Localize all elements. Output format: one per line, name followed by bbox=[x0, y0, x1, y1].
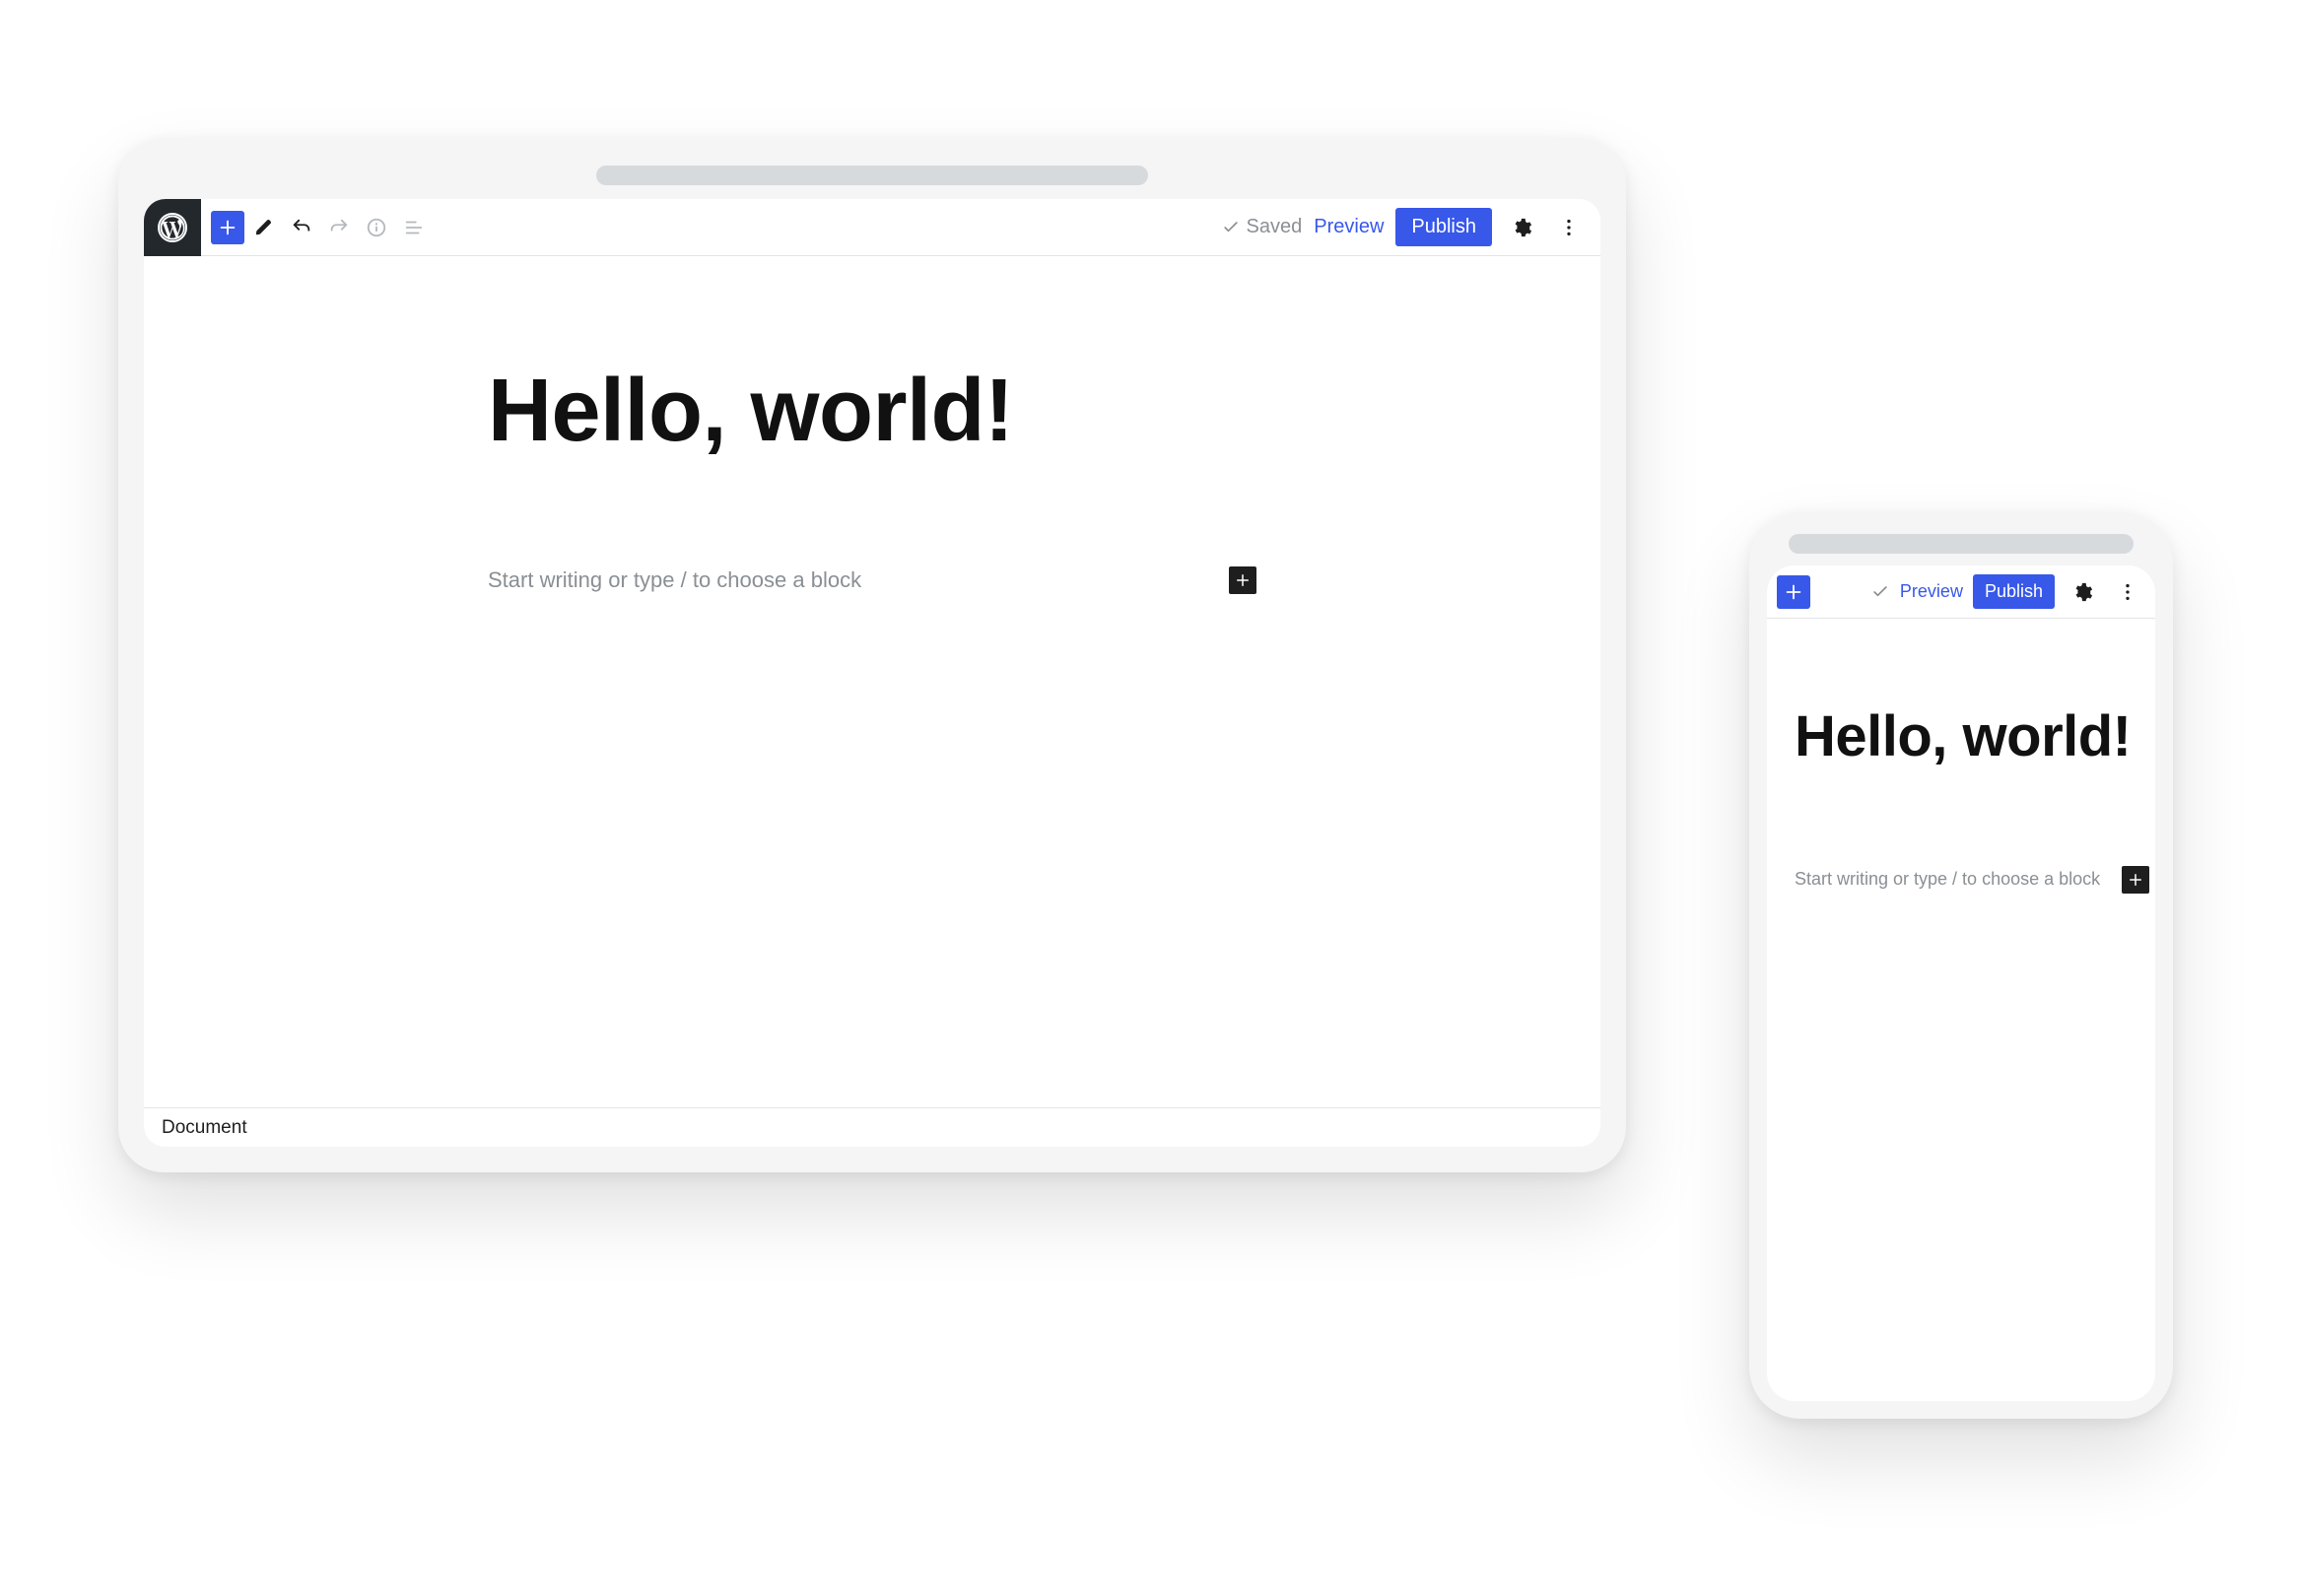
info-icon bbox=[366, 217, 387, 238]
settings-button[interactable] bbox=[1504, 210, 1539, 245]
phone-screen: Preview Publish Hello, world! Start writ… bbox=[1767, 565, 2155, 1401]
kebab-icon bbox=[2117, 581, 2138, 603]
block-breadcrumb-bar: Document bbox=[144, 1107, 1600, 1147]
gear-icon bbox=[2071, 581, 2093, 603]
preview-button[interactable]: Preview bbox=[1900, 581, 1963, 602]
details-button[interactable] bbox=[359, 210, 394, 245]
empty-paragraph-block[interactable]: Start writing or type / to choose a bloc… bbox=[488, 566, 1256, 594]
toolbar-right-group: Saved Preview Publish bbox=[1221, 208, 1600, 246]
post-title-input[interactable]: Hello, world! bbox=[1795, 707, 2149, 767]
add-block-button[interactable] bbox=[1777, 575, 1810, 609]
breadcrumb-item[interactable]: Document bbox=[162, 1117, 247, 1139]
editor-toolbar-mobile: Preview Publish bbox=[1767, 565, 2155, 619]
document-content: Hello, world! Start writing or type / to… bbox=[488, 365, 1256, 594]
wordpress-logo-button[interactable] bbox=[144, 199, 201, 256]
block-placeholder-text: Start writing or type / to choose a bloc… bbox=[1795, 869, 2100, 890]
redo-button[interactable] bbox=[321, 210, 357, 245]
tablet-screen: Saved Preview Publish Hello, world! Star… bbox=[144, 199, 1600, 1147]
publish-button[interactable]: Publish bbox=[1973, 574, 2055, 609]
toolbar-left-group bbox=[201, 210, 432, 245]
tablet-device-frame: Saved Preview Publish Hello, world! Star… bbox=[118, 138, 1626, 1172]
phone-url-bar bbox=[1789, 534, 2134, 554]
undo-button[interactable] bbox=[284, 210, 319, 245]
phone-device-frame: Preview Publish Hello, world! Start writ… bbox=[1749, 512, 2173, 1419]
kebab-icon bbox=[1558, 217, 1580, 238]
redo-icon bbox=[328, 217, 350, 238]
empty-paragraph-block[interactable]: Start writing or type / to choose a bloc… bbox=[1795, 866, 2149, 894]
post-title-input[interactable]: Hello, world! bbox=[488, 365, 1256, 458]
pencil-icon bbox=[253, 217, 275, 238]
block-placeholder-text: Start writing or type / to choose a bloc… bbox=[488, 567, 861, 593]
publish-button[interactable]: Publish bbox=[1395, 208, 1492, 246]
settings-button[interactable] bbox=[2065, 574, 2100, 610]
plus-icon bbox=[1234, 571, 1252, 589]
editor-canvas[interactable]: Hello, world! Start writing or type / to… bbox=[1767, 619, 2155, 1401]
check-icon bbox=[1870, 582, 1890, 602]
undo-icon bbox=[291, 217, 312, 238]
editor-toolbar: Saved Preview Publish bbox=[144, 199, 1600, 256]
more-menu-button[interactable] bbox=[2110, 574, 2145, 610]
outline-icon bbox=[403, 217, 425, 238]
tablet-url-bar bbox=[596, 166, 1148, 185]
gear-icon bbox=[1511, 217, 1532, 238]
editor-canvas[interactable]: Hello, world! Start writing or type / to… bbox=[144, 256, 1600, 1107]
outline-button[interactable] bbox=[396, 210, 432, 245]
inline-inserter-button[interactable] bbox=[2122, 866, 2149, 894]
document-content: Hello, world! Start writing or type / to… bbox=[1795, 707, 2149, 894]
wordpress-icon bbox=[157, 212, 188, 243]
save-status bbox=[1870, 582, 1890, 602]
plus-icon bbox=[2127, 871, 2144, 889]
add-block-button[interactable] bbox=[211, 211, 244, 244]
plus-icon bbox=[1783, 581, 1804, 603]
toolbar-right-group: Preview Publish bbox=[1870, 574, 2155, 610]
edit-mode-button[interactable] bbox=[246, 210, 282, 245]
inline-inserter-button[interactable] bbox=[1229, 566, 1256, 594]
check-icon bbox=[1221, 218, 1241, 237]
save-status-label: Saved bbox=[1247, 216, 1303, 238]
more-menu-button[interactable] bbox=[1551, 210, 1587, 245]
plus-icon bbox=[217, 217, 238, 238]
preview-button[interactable]: Preview bbox=[1314, 216, 1384, 238]
save-status: Saved bbox=[1221, 216, 1303, 238]
